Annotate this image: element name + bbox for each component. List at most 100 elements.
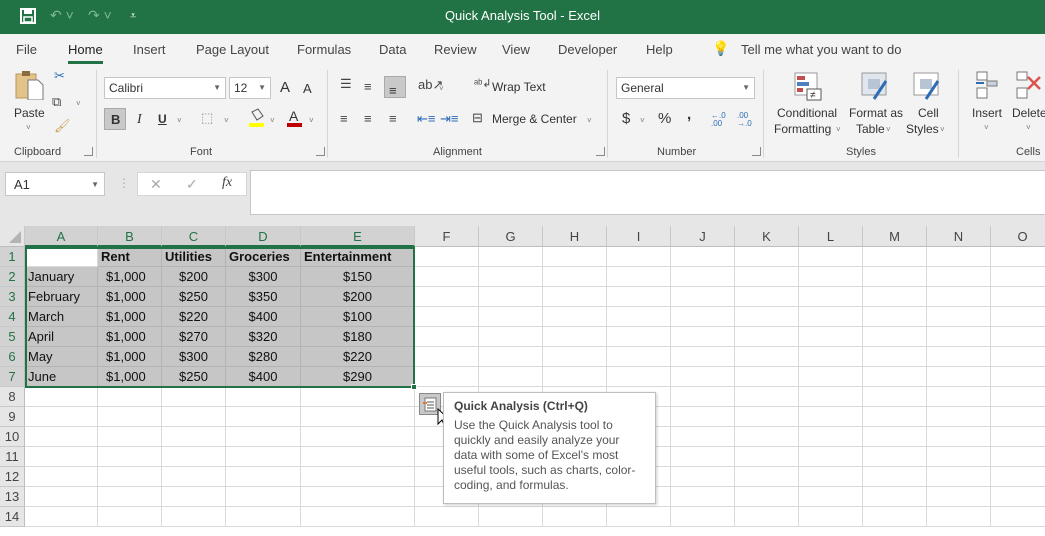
tab-data[interactable]: Data (379, 42, 406, 57)
cell-d10[interactable] (226, 427, 301, 447)
cell-a3[interactable]: February (25, 287, 98, 307)
cell-m8[interactable] (863, 387, 927, 407)
cell-h2[interactable] (543, 267, 607, 287)
row-header-13[interactable]: 13 (0, 487, 25, 507)
cell-o3[interactable] (991, 287, 1045, 307)
cell-j14[interactable] (671, 507, 735, 527)
cell-c7[interactable]: $250 (162, 367, 226, 387)
cell-c8[interactable] (162, 387, 226, 407)
paste-button[interactable]: Paste (14, 106, 45, 120)
cell-a8[interactable] (25, 387, 98, 407)
cell-c14[interactable] (162, 507, 226, 527)
cell-c9[interactable] (162, 407, 226, 427)
cell-e6[interactable]: $220 (301, 347, 415, 367)
cell-e7[interactable]: $290 (301, 367, 415, 387)
cell-k14[interactable] (735, 507, 799, 527)
cell-e3[interactable]: $200 (301, 287, 415, 307)
cell-d3[interactable]: $350 (226, 287, 301, 307)
cell-e9[interactable] (301, 407, 415, 427)
cell-n10[interactable] (927, 427, 991, 447)
cell-c2[interactable]: $200 (162, 267, 226, 287)
cell-h4[interactable] (543, 307, 607, 327)
cell-m3[interactable] (863, 287, 927, 307)
cell-d11[interactable] (226, 447, 301, 467)
cell-j13[interactable] (671, 487, 735, 507)
cell-o13[interactable] (991, 487, 1045, 507)
cell-styles-label-1[interactable]: Cell (918, 106, 939, 120)
cell-b4[interactable]: $1,000 (98, 307, 162, 327)
borders-dropdown-icon[interactable]: ˅ (224, 116, 229, 125)
cell-m11[interactable] (863, 447, 927, 467)
cut-icon[interactable]: ✂ (54, 68, 65, 84)
row-header-9[interactable]: 9 (0, 407, 25, 427)
cell-o9[interactable] (991, 407, 1045, 427)
column-header-n[interactable]: N (927, 226, 991, 247)
cell-g7[interactable] (479, 367, 543, 387)
underline-button[interactable]: U (158, 112, 167, 126)
cell-o10[interactable] (991, 427, 1045, 447)
cell-l11[interactable] (799, 447, 863, 467)
tab-insert[interactable]: Insert (133, 42, 166, 57)
cell-d4[interactable]: $400 (226, 307, 301, 327)
cell-o5[interactable] (991, 327, 1045, 347)
cell-d12[interactable] (226, 467, 301, 487)
column-header-h[interactable]: H (543, 226, 607, 247)
cell-d7[interactable]: $400 (226, 367, 301, 387)
cell-d1[interactable]: Groceries (226, 247, 301, 267)
cell-a2[interactable]: January (25, 267, 98, 287)
cell-k11[interactable] (735, 447, 799, 467)
cell-i6[interactable] (607, 347, 671, 367)
cell-j10[interactable] (671, 427, 735, 447)
currency-dropdown-icon[interactable]: ˅ (640, 116, 645, 125)
cell-e1[interactable]: Entertainment (301, 247, 415, 267)
cell-a5[interactable]: April (25, 327, 98, 347)
tab-formulas[interactable]: Formulas (297, 42, 351, 57)
grow-font-button[interactable]: A (280, 79, 290, 96)
copy-dropdown-icon[interactable]: ˅ (76, 99, 81, 108)
cell-d2[interactable]: $300 (226, 267, 301, 287)
delete-dropdown-icon[interactable]: ˅ (1026, 123, 1031, 132)
cell-g4[interactable] (479, 307, 543, 327)
cell-g5[interactable] (479, 327, 543, 347)
cell-b10[interactable] (98, 427, 162, 447)
shrink-font-button[interactable]: A (303, 81, 312, 96)
bold-button[interactable]: B (104, 108, 126, 130)
orientation-dropdown-icon[interactable]: ˅ (439, 84, 444, 93)
cell-f6[interactable] (415, 347, 479, 367)
wrap-text-button[interactable]: Wrap Text (492, 80, 546, 94)
cell-h3[interactable] (543, 287, 607, 307)
merge-dropdown-icon[interactable]: ˅ (587, 116, 592, 125)
format-as-table-label-2[interactable]: Table (856, 122, 885, 136)
cell-f1[interactable] (415, 247, 479, 267)
tell-me-search[interactable]: Tell me what you want to do (741, 42, 901, 57)
currency-button[interactable]: $ (622, 110, 630, 127)
cell-i14[interactable] (607, 507, 671, 527)
cell-n4[interactable] (927, 307, 991, 327)
cell-n7[interactable] (927, 367, 991, 387)
decrease-indent-icon[interactable]: ⇤≡ (417, 111, 435, 127)
italic-button[interactable]: I (137, 112, 142, 128)
cell-b14[interactable] (98, 507, 162, 527)
insert-function-icon[interactable]: fx (222, 175, 232, 191)
cell-k8[interactable] (735, 387, 799, 407)
cell-o1[interactable] (991, 247, 1045, 267)
cell-k12[interactable] (735, 467, 799, 487)
cell-k2[interactable] (735, 267, 799, 287)
cell-b8[interactable] (98, 387, 162, 407)
cell-o4[interactable] (991, 307, 1045, 327)
cell-m10[interactable] (863, 427, 927, 447)
increase-indent-icon[interactable]: ⇥≡ (440, 111, 458, 127)
cell-j8[interactable] (671, 387, 735, 407)
cell-f14[interactable] (415, 507, 479, 527)
cell-o7[interactable] (991, 367, 1045, 387)
cell-c6[interactable]: $300 (162, 347, 226, 367)
cell-k13[interactable] (735, 487, 799, 507)
column-header-m[interactable]: M (863, 226, 927, 247)
cell-a7[interactable]: June (25, 367, 98, 387)
cell-m12[interactable] (863, 467, 927, 487)
cell-k1[interactable] (735, 247, 799, 267)
cell-d6[interactable]: $280 (226, 347, 301, 367)
fill-handle[interactable] (411, 384, 417, 390)
enter-icon[interactable]: ✓ (186, 176, 198, 193)
cell-l7[interactable] (799, 367, 863, 387)
